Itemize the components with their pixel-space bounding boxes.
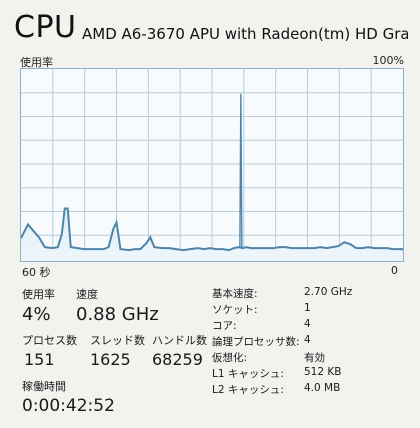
cores-value: 4 [304,318,311,330]
page-title: CPU [14,10,77,45]
l1-cache-label: L1 キャッシュ: [212,368,284,380]
process-count-value: 151 [24,350,55,369]
cpu-performance-panel: CPU AMD A6-3670 APU with Radeon(tm) HD G… [0,0,420,428]
l2-cache-value: 4.0 MB [304,382,341,394]
processor-name: AMD A6-3670 APU with Radeon(tm) HD Graph… [82,25,408,43]
handle-count-value: 68259 [152,350,203,369]
graph-time-axis-right: 0 [391,264,398,277]
graph-time-axis-left: 60 秒 [22,266,51,279]
speed-value: 0.88 GHz [76,304,159,325]
virtualization-label: 仮想化: [212,352,248,364]
process-count-label: プロセス数 [22,334,77,347]
usage-label: 使用率 [22,288,55,301]
uptime-value: 0:00:42:52 [22,396,115,416]
thread-count-label: スレッド数 [90,334,145,347]
base-speed-value: 2.70 GHz [304,286,353,298]
logical-processors-label: 論理プロセッサ数: [212,336,300,348]
speed-label: 速度 [76,288,98,301]
base-speed-label: 基本速度: [212,288,258,300]
sockets-label: ソケット: [212,304,258,316]
logical-processors-value: 4 [304,334,311,346]
cores-label: コア: [212,320,237,332]
virtualization-value: 有効 [304,352,325,364]
graph-top-right-label: 100% [372,54,404,67]
usage-value: 4% [22,304,51,325]
cpu-usage-spike [239,93,243,249]
cpu-usage-chart [21,69,403,261]
thread-count-value: 1625 [90,350,131,369]
l1-cache-value: 512 KB [304,366,342,378]
sockets-value: 1 [304,302,311,314]
handle-count-label: ハンドル数 [152,334,207,347]
l2-cache-label: L2 キャッシュ: [212,384,284,396]
uptime-label: 稼働時間 [22,380,66,393]
cpu-usage-graph [20,68,404,262]
